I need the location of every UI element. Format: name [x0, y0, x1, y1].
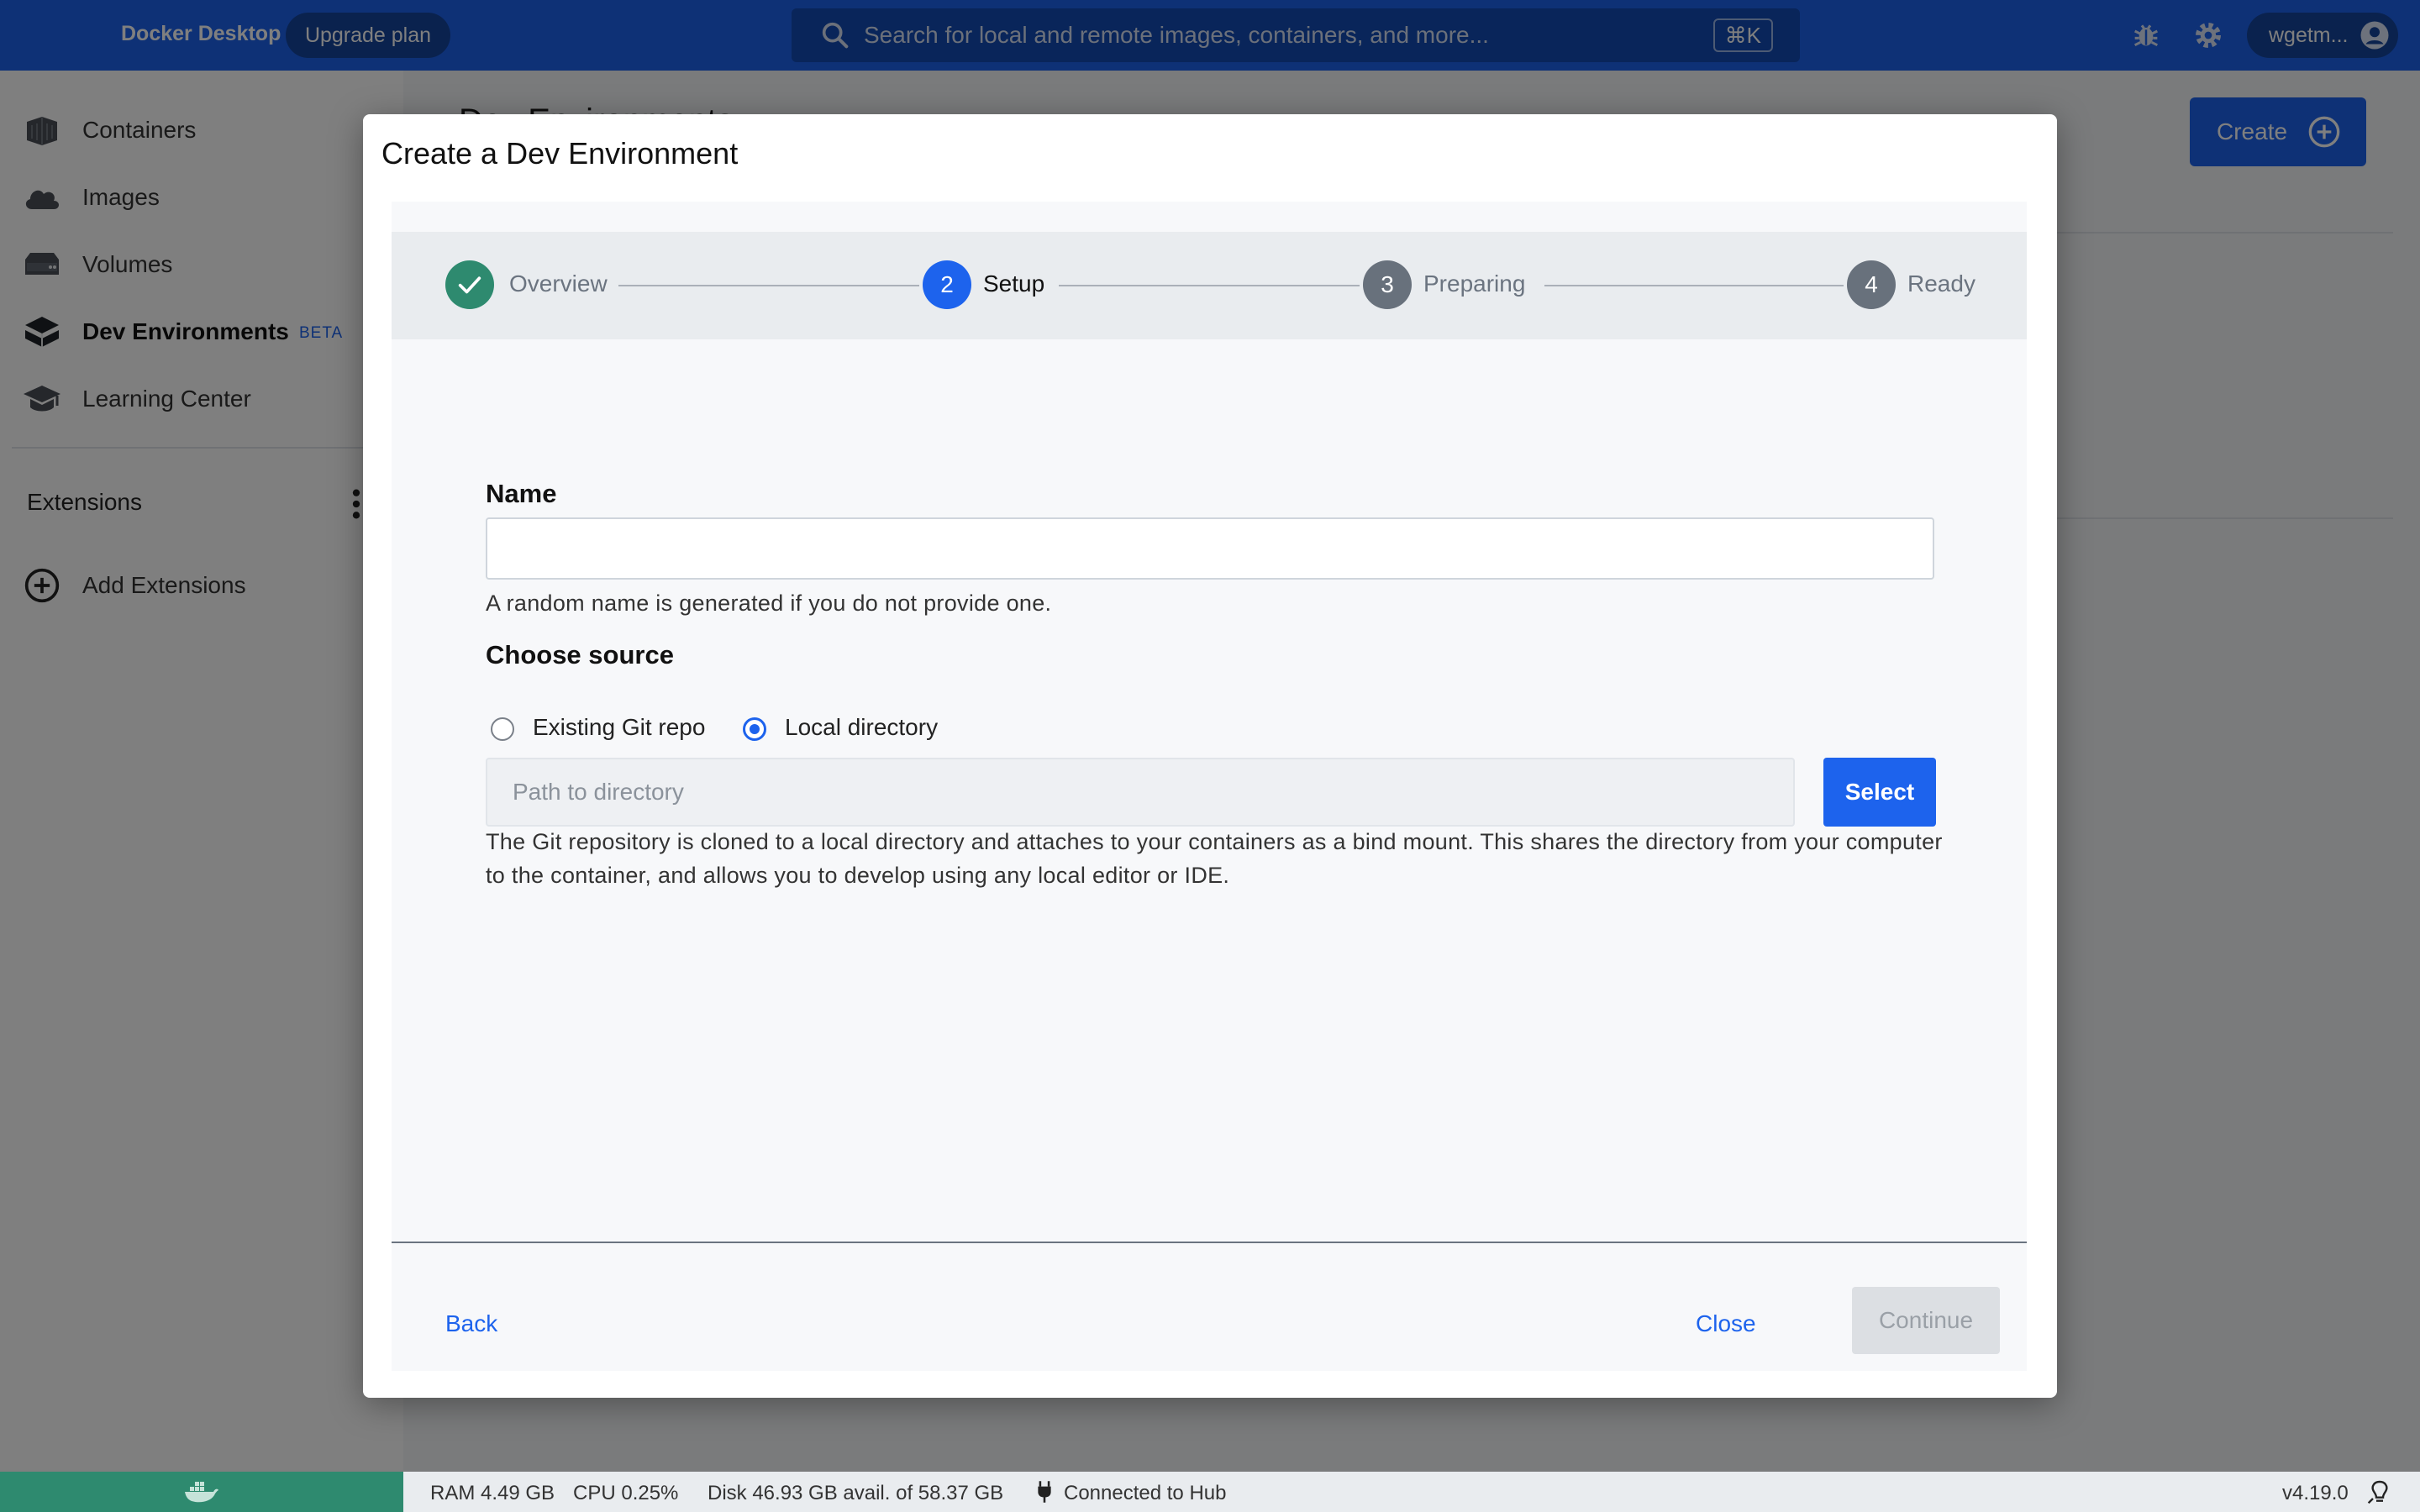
- path-to-directory-input[interactable]: Path to directory: [486, 758, 1795, 827]
- step-connector: [1544, 285, 1844, 286]
- step-overview-check-icon: [445, 260, 494, 309]
- name-field[interactable]: [486, 517, 1934, 580]
- step-number-preparing: 3: [1363, 260, 1412, 309]
- step-number-ready: 4: [1847, 260, 1896, 309]
- name-helper-text: A random name is generated if you do not…: [486, 591, 1052, 616]
- dialog-title: Create a Dev Environment: [381, 136, 739, 171]
- step-label-preparing: Preparing: [1423, 270, 1526, 297]
- status-bar: RAM 4.49 GB CPU 0.25% Disk 46.93 GB avai…: [0, 1472, 2420, 1512]
- docker-whale-icon: [185, 1482, 218, 1503]
- app-version: v4.19.0: [2282, 1482, 2349, 1504]
- step-connector: [1059, 285, 1360, 286]
- continue-button[interactable]: Continue: [1852, 1287, 2000, 1354]
- engine-status[interactable]: [0, 1472, 403, 1512]
- radio-label-local-directory[interactable]: Local directory: [785, 714, 938, 741]
- dialog-footer-divider: [392, 1242, 2027, 1243]
- step-number-setup: 2: [923, 260, 971, 309]
- source-helper-text: The Git repository is cloned to a local …: [486, 829, 1943, 888]
- choose-source-label: Choose source: [486, 640, 674, 669]
- name-label: Name: [486, 479, 557, 508]
- cpu-usage: CPU 0.25%: [573, 1482, 679, 1504]
- dialog-body: Overview 2 Setup 3 Preparing 4 Ready Nam…: [392, 202, 2027, 1371]
- radio-existing-git-repo[interactable]: [491, 717, 514, 741]
- radio-label-existing-git-repo[interactable]: Existing Git repo: [533, 714, 705, 741]
- check-icon: [458, 276, 481, 294]
- step-label-overview: Overview: [509, 270, 608, 297]
- lightbulb-icon[interactable]: [2366, 1478, 2393, 1505]
- close-button[interactable]: Close: [1696, 1310, 1756, 1337]
- select-directory-button[interactable]: Select: [1823, 758, 1936, 827]
- step-label-setup: Setup: [983, 270, 1045, 297]
- step-label-ready: Ready: [1907, 270, 1975, 297]
- create-dev-environment-dialog: Create a Dev Environment Overview 2 Setu…: [363, 114, 2057, 1398]
- ram-usage: RAM 4.49 GB: [430, 1482, 555, 1504]
- hub-status: Connected to Hub: [1064, 1482, 1227, 1504]
- radio-local-directory[interactable]: [743, 717, 766, 741]
- back-button[interactable]: Back: [445, 1310, 497, 1337]
- disk-usage: Disk 46.93 GB avail. of 58.37 GB: [708, 1482, 1004, 1504]
- step-connector: [618, 285, 919, 286]
- plug-icon: [1038, 1481, 1051, 1503]
- stepper: Overview 2 Setup 3 Preparing 4 Ready: [392, 232, 2027, 339]
